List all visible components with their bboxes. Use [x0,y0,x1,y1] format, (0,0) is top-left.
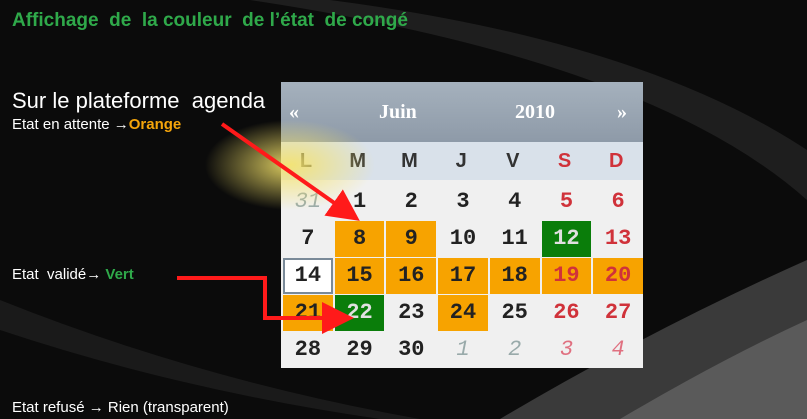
annotation-arrows [177,120,375,334]
orange-arrow-glow [205,120,375,210]
green-arrow [177,276,354,334]
